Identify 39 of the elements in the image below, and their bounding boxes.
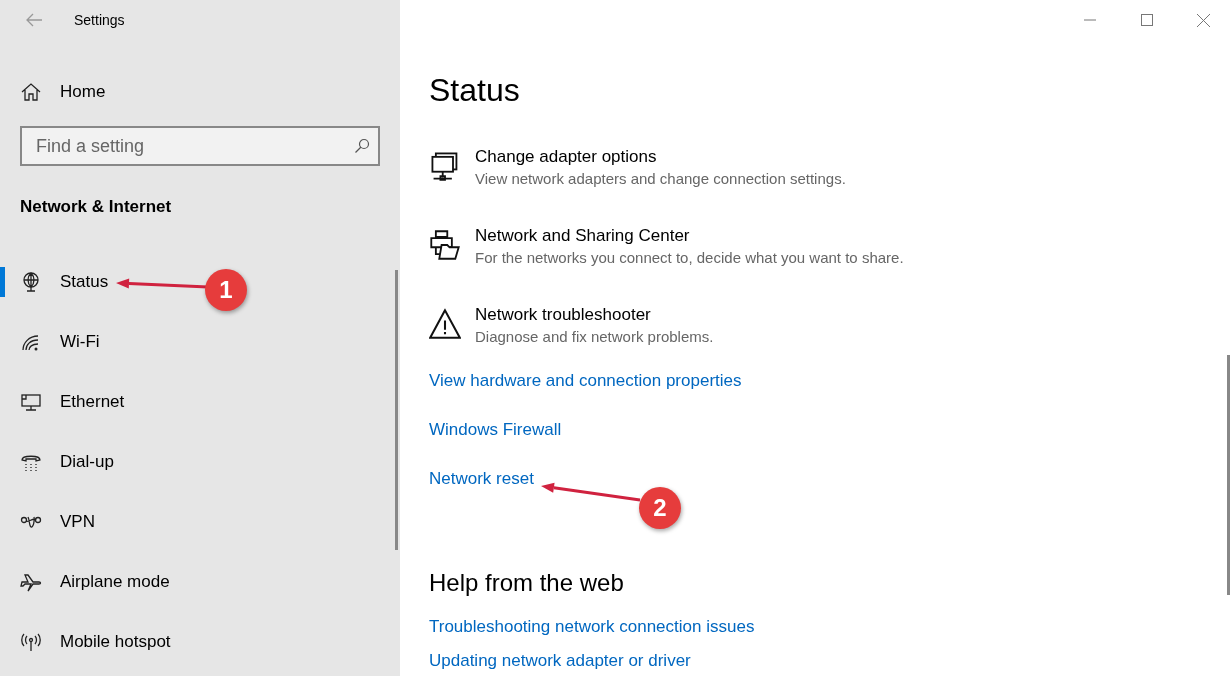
scrollbar[interactable] bbox=[1227, 355, 1230, 595]
airplane-icon bbox=[20, 571, 42, 593]
search-field[interactable]: Find a setting bbox=[20, 126, 380, 166]
link[interactable]: Updating network adapter or driver bbox=[429, 649, 691, 673]
link[interactable]: Windows Firewall bbox=[429, 418, 562, 442]
nav-item[interactable]: Airplane mode bbox=[0, 552, 170, 612]
back-arrow-icon bbox=[25, 13, 43, 27]
monitor-icon bbox=[20, 391, 42, 413]
home-nav-item[interactable]: Home bbox=[0, 70, 400, 114]
nav-item[interactable]: Dial-up bbox=[0, 432, 114, 492]
setting-link[interactable]: Change adapter options bbox=[475, 146, 846, 168]
maximize-icon bbox=[1140, 14, 1153, 26]
setting-description: For the networks you connect to, decide what you want to share. bbox=[475, 248, 904, 268]
setting-description: Diagnose and fix network problems. bbox=[475, 327, 714, 347]
nav-item[interactable]: Mobile hotspot bbox=[0, 612, 171, 672]
nav-item[interactable]: Ethernet bbox=[0, 372, 125, 432]
antenna-icon bbox=[20, 631, 42, 653]
minimize-icon bbox=[1083, 19, 1096, 21]
link[interactable]: Network reset bbox=[429, 467, 534, 491]
printer-folder-icon bbox=[429, 229, 461, 261]
nav-item[interactable]: VPN bbox=[0, 492, 95, 552]
close-icon bbox=[1197, 13, 1210, 27]
nav-item[interactable]: Status bbox=[0, 252, 109, 312]
scrollbar[interactable] bbox=[395, 270, 398, 550]
link[interactable]: View hardware and connection properties bbox=[429, 369, 742, 393]
warning-icon bbox=[429, 308, 461, 340]
home-icon bbox=[20, 81, 42, 103]
section-heading: Network & Internet bbox=[19, 196, 173, 218]
section-heading: Help from the web bbox=[429, 568, 625, 598]
page-heading: Status bbox=[429, 71, 521, 110]
setting-description: View network adapters and change connection settings. bbox=[475, 169, 846, 189]
callout-number: 2 bbox=[639, 487, 681, 529]
setting-link[interactable]: Network troubleshooter bbox=[475, 304, 714, 326]
window-title: Settings bbox=[74, 10, 125, 30]
setting-link[interactable]: Network and Sharing Center bbox=[475, 225, 904, 247]
link[interactable]: Troubleshooting network connection issues bbox=[429, 615, 755, 639]
globe-icon bbox=[20, 271, 42, 293]
search-icon bbox=[354, 138, 370, 154]
nav-item[interactable]: Wi-Fi bbox=[0, 312, 100, 372]
